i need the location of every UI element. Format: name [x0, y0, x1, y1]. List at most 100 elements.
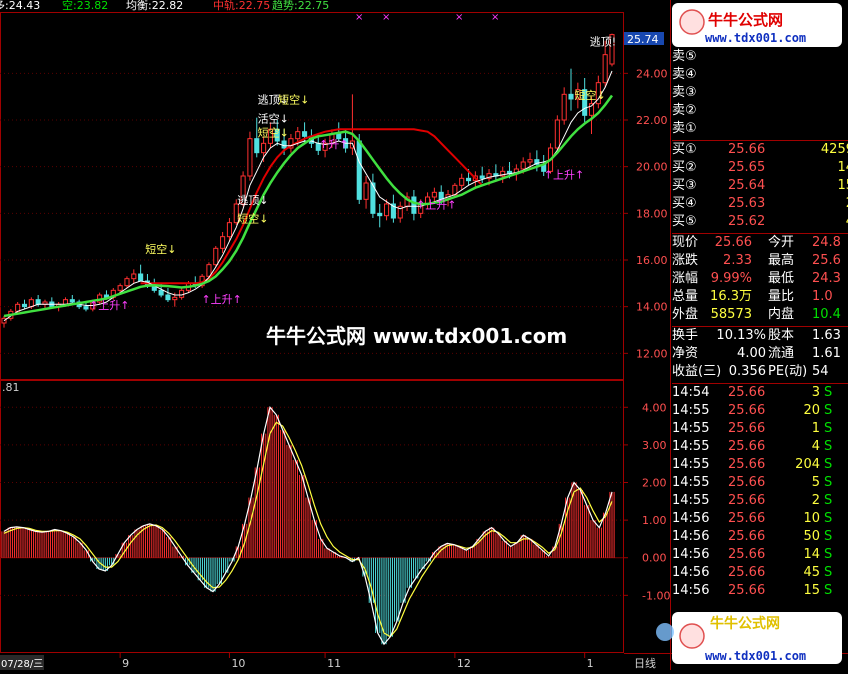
tick-row: 14:55 25.66 2 S — [672, 492, 848, 510]
candle-body — [158, 289, 164, 296]
stat-row: 外盘 58573 内盘 10.4 — [672, 306, 848, 324]
price-tick-label: 12.00 — [636, 347, 668, 360]
buy-level-price: 25.63 — [728, 196, 766, 211]
osc-tick-label: -1.00 — [642, 589, 670, 602]
stats-block: 现价 25.66 今开 24.8 涨跌 2.33 最高 25.6 涨幅 9.99% 最低 24.3 总量… — [672, 234, 848, 324]
header-marker-icon: × — [455, 12, 463, 23]
signal-label: 短空↓ — [574, 88, 605, 102]
candle-body — [35, 299, 41, 305]
stat-value-2: 24.3 — [812, 271, 841, 286]
fundamental-value-2: 1.63 — [812, 328, 841, 343]
candle-body — [172, 296, 178, 301]
sell-level-row: 卖⑤ — [672, 48, 848, 66]
x-tick-label: 9 — [122, 657, 129, 670]
flower-icon — [656, 623, 674, 641]
sell-level-label: 卖① — [672, 121, 697, 136]
buy-level-label: 买③ — [672, 178, 697, 193]
fundamental-value-2: 54 — [812, 364, 829, 379]
kong-label: 空:23.82 — [62, 0, 108, 12]
fundamental-value-2: 1.61 — [812, 346, 841, 361]
candle-body — [302, 131, 308, 137]
tick-list[interactable]: 14:54 25.66 3 S 14:55 25.66 20 S 14:55 25.66 1 S 14:… — [672, 384, 848, 600]
tick-price: 25.66 — [728, 493, 766, 508]
candle-body — [83, 306, 89, 310]
buy-level-volume: 14 — [837, 160, 848, 175]
osc-tick-label: 3.00 — [642, 439, 667, 452]
buy-level-row: 买⑤25.624 — [672, 213, 848, 231]
stat-key: 涨幅 — [672, 271, 699, 286]
cow-logo-icon — [679, 9, 705, 35]
candle-body — [465, 177, 472, 182]
candle-body — [568, 93, 574, 100]
stat-value: 9.99% — [710, 271, 752, 286]
cow-logo-icon-2 — [679, 623, 705, 649]
tick-price: 25.66 — [728, 511, 766, 526]
tick-row: 14:56 25.66 45 S — [672, 564, 848, 582]
tick-time: 14:55 — [672, 475, 710, 490]
tick-price: 25.66 — [728, 439, 766, 454]
price-tick-label: 14.00 — [636, 301, 668, 314]
first-date-label: 07/28/三 — [1, 659, 43, 670]
buy-level-label: 买① — [672, 142, 697, 157]
tick-volume: 50 — [803, 529, 820, 544]
tick-side: S — [824, 493, 833, 508]
fundamental-value: 0.356 — [728, 364, 766, 379]
stat-key: 现价 — [672, 235, 699, 250]
candle-body — [261, 142, 267, 154]
tick-row: 14:55 25.66 5 S — [672, 474, 848, 492]
signal-label: 逃顶! — [590, 35, 616, 48]
period-label[interactable]: 日线 — [634, 656, 656, 670]
tick-row: 14:56 25.66 14 S — [672, 546, 848, 564]
tick-price: 25.66 — [728, 475, 766, 490]
signal-label: 活空↓ — [258, 111, 289, 125]
tick-time: 14:55 — [672, 493, 710, 508]
fundamental-row: 收益(三) 0.356 PE(动) 54 — [672, 363, 848, 381]
sell-levels: 卖⑤ 卖④ 卖③ 卖② 卖① — [672, 48, 848, 138]
candle-body — [15, 303, 21, 312]
price-tick-label: 22.00 — [636, 114, 668, 127]
sell-level-row: 卖② — [672, 102, 848, 120]
tick-side: S — [824, 439, 833, 454]
tick-volume: 5 — [811, 475, 820, 490]
tick-time: 14:55 — [672, 421, 710, 436]
tick-time: 14:55 — [672, 403, 710, 418]
tick-side: S — [824, 475, 833, 490]
stat-value-2: 24.8 — [812, 235, 841, 250]
candle-body — [561, 93, 567, 121]
logo-text-2: 牛牛公式网 — [710, 615, 780, 632]
tick-row: 14:55 25.66 1 S — [672, 420, 848, 438]
buy-level-price: 25.66 — [728, 142, 766, 157]
osc-tick-label: 1.00 — [642, 514, 667, 527]
tick-volume: 204 — [795, 457, 820, 472]
candle-body — [281, 140, 287, 149]
junheng-label: 均衡:22.82 — [126, 0, 183, 12]
fundamental-row: 净资 4.00 流通 1.61 — [672, 345, 848, 363]
logo-url-2: www.tdx001.com — [705, 649, 806, 663]
tick-volume: 45 — [803, 565, 820, 580]
stat-key-2: 最低 — [768, 271, 795, 286]
tick-row: 14:54 25.66 3 S — [672, 384, 848, 402]
tick-price: 25.66 — [728, 565, 766, 580]
tick-side: S — [824, 385, 833, 400]
tick-side: S — [824, 421, 833, 436]
tick-volume: 1 — [811, 421, 820, 436]
candle-body — [479, 175, 485, 179]
osc-tick-label: 2.00 — [642, 477, 667, 490]
tick-price: 25.66 — [728, 421, 766, 436]
candle-body — [165, 294, 171, 301]
candle-body — [520, 161, 526, 170]
tick-side: S — [824, 511, 833, 526]
quote-panel: 卖⑤卖④卖③卖②卖① 买①25.664259买②25.6514买③25.6415… — [672, 48, 848, 600]
tick-side: S — [824, 403, 833, 418]
fundamental-row: 换手 10.13% 股本 1.63 — [672, 327, 848, 345]
candle-body — [247, 138, 253, 177]
tick-row: 14:55 25.66 204 S — [672, 456, 848, 474]
tick-volume: 14 — [803, 547, 820, 562]
tick-row: 14:56 25.66 50 S — [672, 528, 848, 546]
stat-key-2: 量比 — [768, 289, 795, 304]
candle-body — [124, 278, 130, 287]
qushi-label: 趋势:22.75 — [272, 0, 329, 12]
logo-bottom: 牛牛公式网 www.tdx001.com — [656, 612, 842, 664]
stat-key-2: 今开 — [768, 235, 795, 250]
tick-row: 14:55 25.66 4 S — [672, 438, 848, 456]
